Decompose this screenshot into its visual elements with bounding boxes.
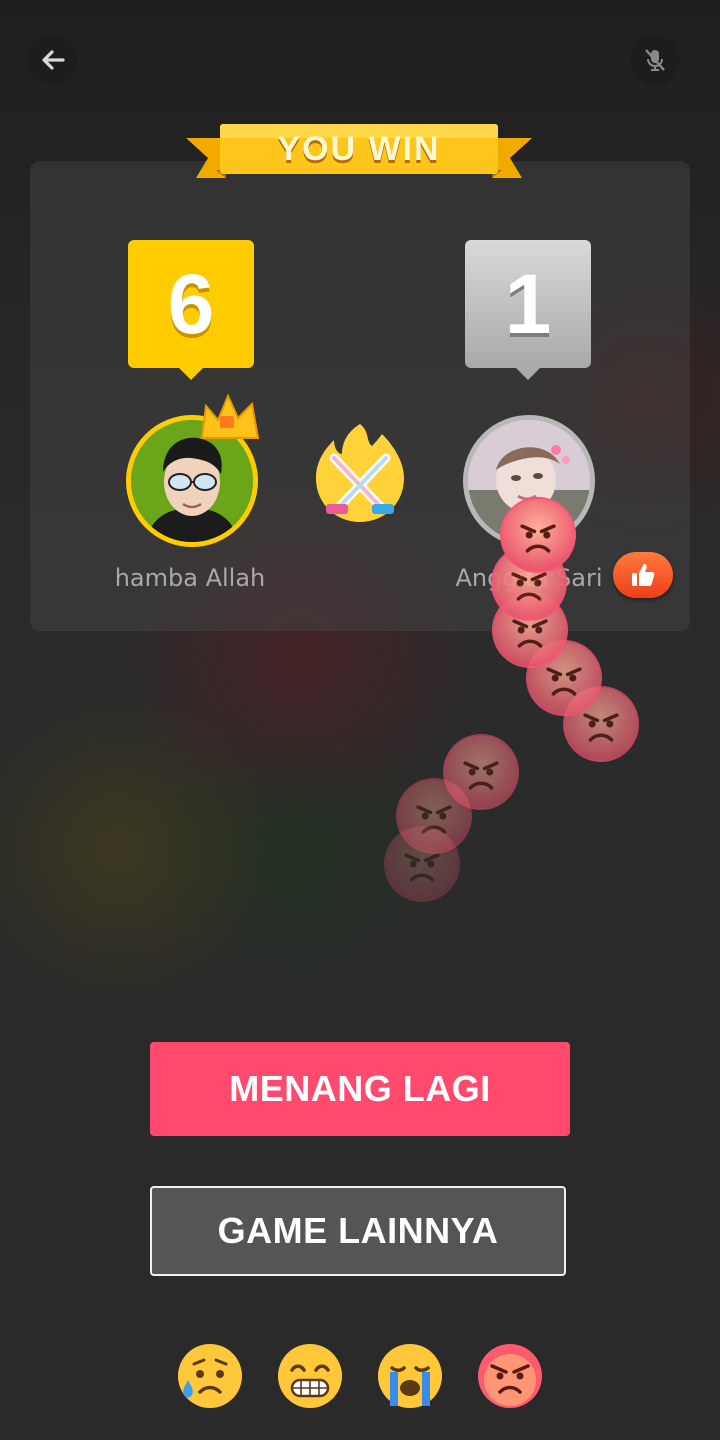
reaction-crying-button[interactable] xyxy=(376,1342,444,1410)
grin-icon xyxy=(278,1344,342,1408)
crown-icon xyxy=(200,393,260,439)
like-button[interactable] xyxy=(613,552,673,598)
other-games-button[interactable]: GAME LAINNYA xyxy=(150,1186,566,1276)
opponent-score: 1 xyxy=(465,240,591,380)
flying-reaction-angry-icon xyxy=(500,497,576,573)
worried-sweat-icon xyxy=(178,1344,242,1408)
winner-score: 6 xyxy=(128,240,254,380)
reaction-angry-button[interactable] xyxy=(476,1342,544,1410)
back-button[interactable] xyxy=(28,35,78,85)
versus-swords-icon xyxy=(316,424,404,522)
arrow-left-icon xyxy=(42,50,65,70)
banner-text: YOU WIN xyxy=(277,130,441,168)
mute-mic-button[interactable] xyxy=(630,35,680,85)
reaction-worried-button[interactable] xyxy=(176,1342,244,1410)
game-result-screen: YOU WIN 6 1 hamba Allah Sari MENANG LAGI… xyxy=(0,0,720,1440)
angry-icon xyxy=(478,1344,542,1408)
result-panel xyxy=(30,161,690,631)
crying-icon xyxy=(378,1344,442,1408)
mic-off-icon xyxy=(645,49,665,71)
you-win-banner: YOU WIN xyxy=(186,122,532,188)
reaction-grin-button[interactable] xyxy=(276,1342,344,1410)
flying-reaction-angry-icon xyxy=(443,734,519,810)
thumbs-up-icon xyxy=(632,564,655,586)
winner-name: hamba Allah xyxy=(114,564,266,592)
play-again-button[interactable]: MENANG LAGI xyxy=(150,1042,570,1136)
